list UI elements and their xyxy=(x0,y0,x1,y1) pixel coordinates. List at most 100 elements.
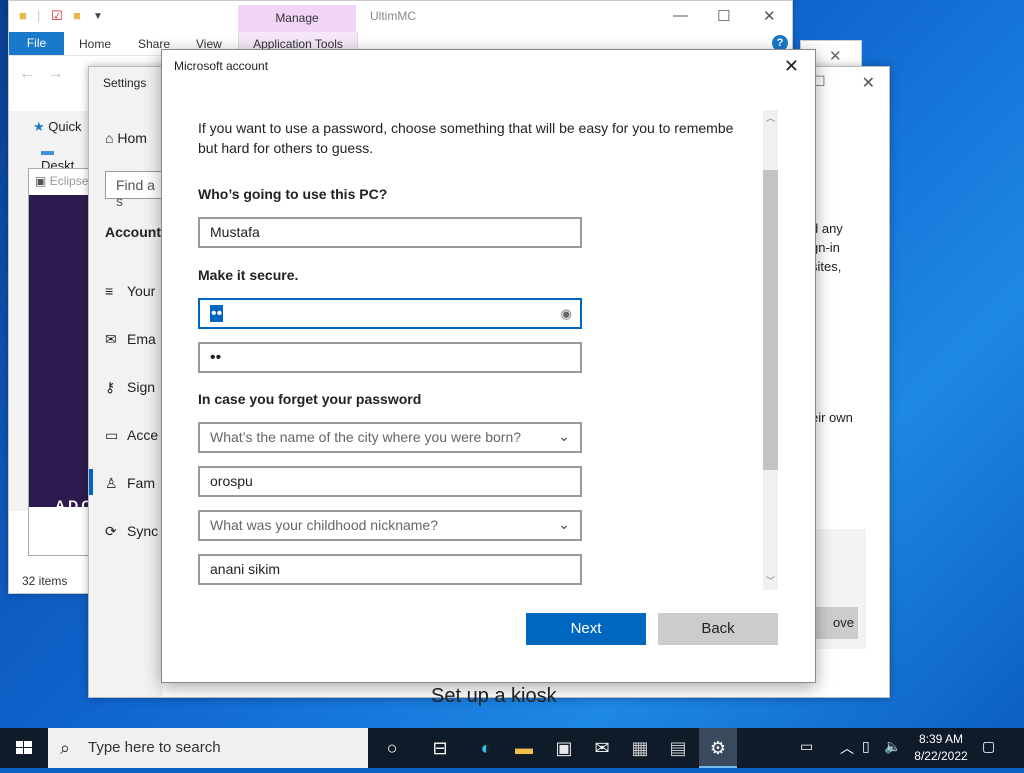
kiosk-heading: Set up a kiosk xyxy=(431,685,557,707)
system-clock[interactable]: 8:39 AM 8/22/2022 xyxy=(910,731,972,765)
forward-arrow-icon[interactable]: → xyxy=(47,65,63,82)
confirm-password-value: •• xyxy=(210,349,222,366)
question-2-text: What was your childhood nickname? xyxy=(210,517,439,533)
settings-nav-your-info[interactable]: ≡ Your xyxy=(105,283,155,299)
clock-time: 8:39 AM xyxy=(918,732,964,746)
username-field[interactable]: Mustafa xyxy=(198,217,582,248)
key-icon: ⚷ xyxy=(105,379,116,395)
settings-title: Settings xyxy=(103,76,147,90)
folder-icon: ■ xyxy=(19,8,27,23)
explorer-titlebar: ■ | ☑ ■ ▼ Manage UltimMC — ☐ ✕ xyxy=(9,1,792,32)
eclipse-title-text: Eclipse xyxy=(49,174,89,188)
nav-label: Acce xyxy=(127,427,159,443)
settings-nav-family[interactable]: ♙ Fam xyxy=(105,475,155,492)
dialog-title: Microsoft account xyxy=(174,59,269,73)
mail-icon: ✉ xyxy=(105,331,117,347)
eclipse-window: ▣ Eclipse ADO xyxy=(28,168,92,556)
reveal-password-icon[interactable]: ◉ xyxy=(561,306,572,322)
settings-home[interactable]: ⌂ Hom xyxy=(105,130,147,146)
mail-icon[interactable]: ✉ xyxy=(590,736,614,760)
app-icon[interactable]: ▦ xyxy=(628,736,652,760)
dialog-scroll-area: If you want to use a password, choose so… xyxy=(162,108,762,588)
windows-logo-icon xyxy=(16,741,32,754)
explorer-title: UltimMC xyxy=(370,9,416,23)
settings-nav-sign-in[interactable]: ⚷ Sign xyxy=(105,379,155,396)
task-view-icon[interactable]: ○ xyxy=(380,736,404,760)
close-icon[interactable]: ✕ xyxy=(862,73,875,93)
nav-label: Sign xyxy=(127,379,156,395)
person-add-icon: ♙ xyxy=(105,475,118,491)
start-button[interactable] xyxy=(0,728,48,768)
edge-icon[interactable]: ◐ xyxy=(474,736,498,760)
clock-date: 8/22/2022 xyxy=(914,749,968,763)
notification-icon[interactable]: ▢ xyxy=(982,738,995,755)
tab-file[interactable]: File xyxy=(9,32,64,55)
settings-gear-icon[interactable]: ⚙ xyxy=(706,736,730,760)
settings-nav-access-work[interactable]: ▭ Acce xyxy=(105,427,158,444)
who-label: Who’s going to use this PC? xyxy=(198,186,388,202)
store-icon[interactable]: ▣ xyxy=(552,736,576,760)
ultimmc-icon[interactable]: ▤ xyxy=(666,736,690,760)
scroll-down-icon[interactable]: ﹀ xyxy=(766,574,775,587)
remove-button[interactable]: ove xyxy=(811,607,858,639)
back-arrow-icon[interactable]: ← xyxy=(19,65,35,82)
network-icon[interactable]: ▯ xyxy=(862,738,870,755)
taskbar: ⌕ Type here to search ○ ⊟ ◐ ▬ ▣ ✉ ▦ ▤ ⚙ … xyxy=(0,728,1024,768)
new-folder-icon[interactable]: ■ xyxy=(73,8,81,23)
nav-label: Ema xyxy=(127,331,156,347)
intro-text: If you want to use a password, choose so… xyxy=(198,118,762,158)
properties-icon[interactable]: ☑ xyxy=(51,8,63,24)
security-question-1-select[interactable]: What’s the name of the city where you we… xyxy=(198,422,582,453)
tab-home[interactable]: Home xyxy=(79,37,111,51)
chevron-down-icon: ⌄ xyxy=(558,516,570,532)
microsoft-account-dialog: Microsoft account ✕ If you want to use a… xyxy=(161,49,816,683)
password-field[interactable]: •• ◉ xyxy=(198,298,582,329)
back-button[interactable]: Back xyxy=(658,613,778,645)
eclipse-splash: ADO xyxy=(29,195,92,513)
person-list-icon: ≡ xyxy=(105,283,114,299)
intro-line: but hard for others to guess. xyxy=(198,140,374,156)
settings-nav-email[interactable]: ✉ Ema xyxy=(105,331,156,348)
tree-item-quick-access[interactable]: ★ Quick xyxy=(33,119,82,135)
side-text: eir own xyxy=(811,410,853,425)
nav-label: Your xyxy=(127,283,156,299)
sync-icon: ⟳ xyxy=(105,523,117,539)
nav-arrows: ← → xyxy=(19,65,63,83)
security-answer-2-field[interactable]: anani sikim xyxy=(198,554,582,585)
question-1-text: What’s the name of the city where you we… xyxy=(210,429,522,445)
maximize-icon[interactable]: ☐ xyxy=(717,7,730,25)
close-icon[interactable]: ✕ xyxy=(763,7,776,25)
volume-muted-icon[interactable]: 🔈 xyxy=(884,738,901,755)
timeline-icon[interactable]: ⊟ xyxy=(428,736,452,760)
keyboard-icon[interactable]: ▭ xyxy=(800,738,813,755)
confirm-password-field[interactable]: •• xyxy=(198,342,582,373)
minimize-icon[interactable]: — xyxy=(673,7,688,24)
scrollbar-thumb[interactable] xyxy=(763,170,778,470)
taskbar-search-box[interactable]: ⌕ Type here to search xyxy=(48,728,368,768)
status-item-count: 32 items xyxy=(22,574,68,588)
password-value: •• xyxy=(210,305,224,322)
settings-nav-sync[interactable]: ⟳ Sync xyxy=(105,523,158,540)
eclipse-icon: ▣ xyxy=(35,174,47,188)
star-icon: ★ xyxy=(33,119,45,134)
close-icon[interactable]: ✕ xyxy=(784,56,799,77)
security-question-2-select[interactable]: What was your childhood nickname? ⌄ xyxy=(198,510,582,541)
intro-line: If you want to use a password, choose so… xyxy=(198,120,734,136)
home-label: Hom xyxy=(117,130,147,146)
tree-label: Quick xyxy=(48,119,82,134)
chevron-up-icon[interactable]: ︿ xyxy=(840,738,854,758)
manage-tab[interactable]: Manage xyxy=(238,5,356,32)
next-button[interactable]: Next xyxy=(526,613,646,645)
home-icon: ⌂ xyxy=(105,130,114,146)
chevron-down-icon: ⌄ xyxy=(558,428,570,444)
eclipse-title: ▣ Eclipse xyxy=(35,174,88,188)
dialog-scrollbar[interactable]: ︿ ﹀ xyxy=(763,110,778,590)
forget-label: In case you forget your password xyxy=(198,391,422,407)
security-answer-1-field[interactable]: orospu xyxy=(198,466,582,497)
close-icon[interactable]: ✕ xyxy=(829,47,842,65)
search-icon: ⌕ xyxy=(60,738,71,758)
scroll-up-icon[interactable]: ︿ xyxy=(766,111,775,124)
chevron-down-icon[interactable]: ▼ xyxy=(93,11,103,22)
file-explorer-icon[interactable]: ▬ xyxy=(512,736,536,760)
search-placeholder: Type here to search xyxy=(88,739,221,756)
